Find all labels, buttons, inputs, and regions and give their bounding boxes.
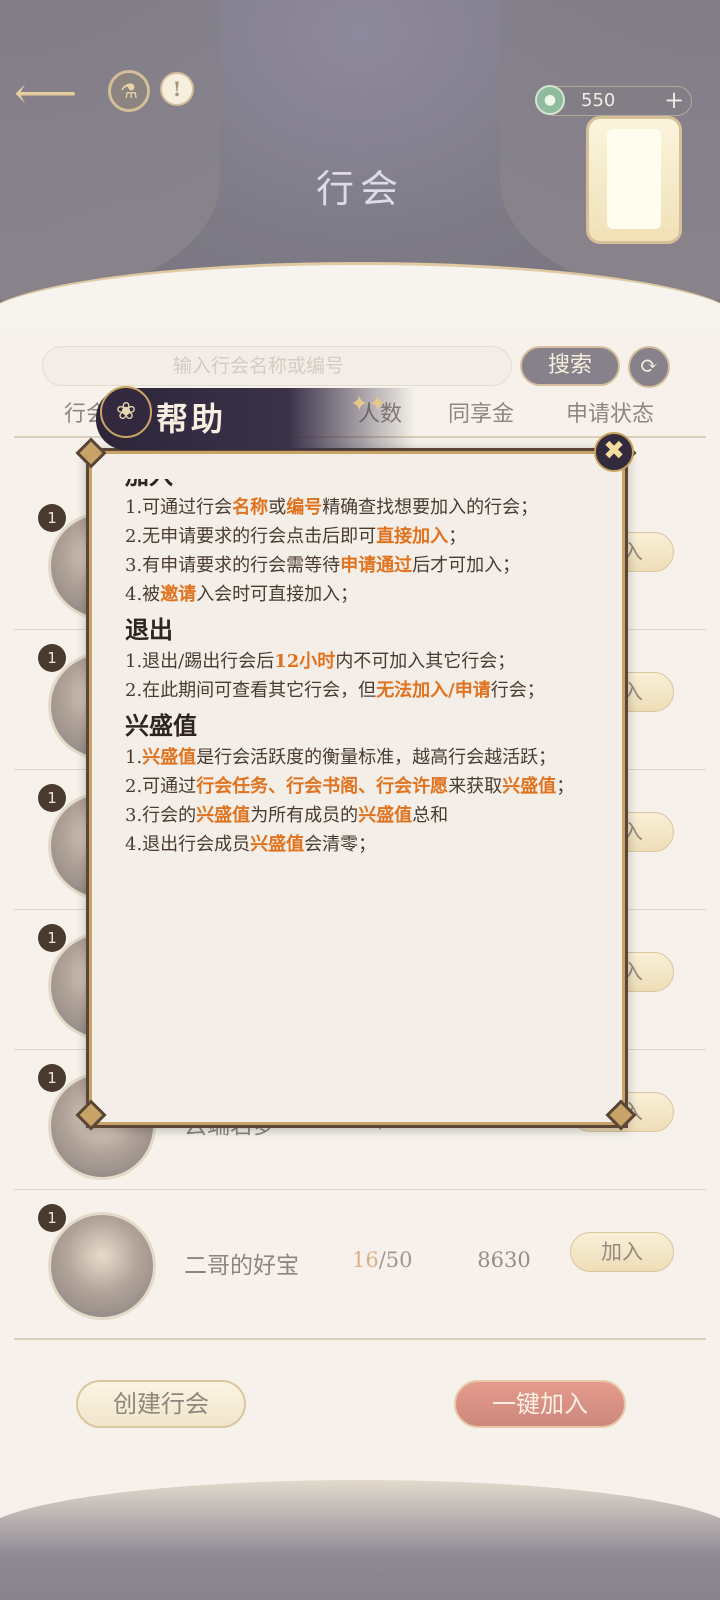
help-line: 4.退出行会成员兴盛值会清零；	[125, 830, 595, 859]
help-highlight: 名称	[232, 497, 269, 518]
help-highlight: 兴盛值	[358, 805, 413, 826]
help-text: 1.	[125, 747, 143, 768]
help-highlight: 行会任务、行会书阁、行会许愿	[196, 776, 449, 797]
rank-badge: 1	[38, 1064, 66, 1092]
close-icon[interactable]: ✖	[594, 432, 634, 472]
rank-badge: 1	[38, 924, 66, 952]
help-text: 行会；	[490, 680, 545, 701]
help-line: 2.在此期间可查看其它行会，但无法加入/申请行会；	[125, 676, 595, 705]
help-line: 3.行会的兴盛值为所有成员的兴盛值总和	[125, 801, 595, 830]
help-line: 1.可通过行会名称或编号精确查找想要加入的行会；	[125, 493, 595, 522]
dialog-title: 帮助	[156, 400, 227, 438]
help-highlight: 编号	[286, 497, 323, 518]
help-text: 2.在此期间可查看其它行会，但	[125, 680, 377, 701]
rank-badge: 1	[38, 504, 66, 532]
help-dialog: 加入1.可通过行会名称或编号精确查找想要加入的行会；2.无申请要求的行会点击后即…	[86, 448, 628, 1128]
help-text: 内不可加入其它行会；	[335, 651, 516, 672]
help-line: 3.有申请要求的行会需等待申请通过后才可加入；	[125, 551, 595, 580]
help-section-heading: 兴盛值	[125, 711, 197, 740]
help-highlight: 兴盛值	[196, 805, 251, 826]
help-section-heading: 加入	[125, 479, 595, 493]
help-text: 1.退出/踢出行会后	[125, 651, 275, 672]
help-highlight: 直接加入	[376, 526, 449, 547]
help-highlight: 无法加入/申请	[376, 680, 491, 701]
help-text: 或	[268, 497, 287, 518]
help-text: 2.可通过	[125, 776, 197, 797]
rank-badge: 1	[38, 644, 66, 672]
help-text: 入会时可直接加入；	[196, 584, 359, 605]
help-highlight: 兴盛值	[250, 834, 305, 855]
help-text: 总和	[412, 805, 449, 826]
help-text: 来获取	[448, 776, 503, 797]
help-text: 4.退出行会成员	[125, 834, 251, 855]
help-line: 1.兴盛值是行会活跃度的衡量标准，越高行会越活跃；	[125, 743, 595, 772]
rank-badge: 1	[38, 784, 66, 812]
help-highlight: 兴盛值	[502, 776, 557, 797]
help-emblem-icon: ❀	[100, 386, 152, 438]
help-text: 精确查找想要加入的行会；	[322, 497, 539, 518]
sparkle-icon: ✦✦	[350, 392, 387, 417]
help-text: 4.被	[125, 584, 161, 605]
help-text: 3.行会的	[125, 805, 197, 826]
help-text: 会清零；	[304, 834, 377, 855]
help-highlight: 邀请	[160, 584, 197, 605]
help-line: 4.被邀请入会时可直接加入；	[125, 580, 595, 609]
help-text: 2.无申请要求的行会点击后即可	[125, 526, 377, 547]
help-text: 后才可加入；	[412, 555, 521, 576]
help-highlight: 12小时	[274, 651, 336, 672]
help-line: 2.可通过行会任务、行会书阁、行会许愿来获取兴盛值；	[125, 772, 595, 801]
help-highlight: 兴盛值	[142, 747, 197, 768]
help-text: ；	[556, 776, 575, 797]
help-highlight: 申请通过	[340, 555, 413, 576]
help-text: 是行会活跃度的衡量标准，越高行会越活跃；	[196, 747, 557, 768]
rank-badge: 1	[38, 1204, 66, 1232]
help-text: 3.有申请要求的行会需等待	[125, 555, 341, 576]
help-text: 1.可通过行会	[125, 497, 233, 518]
help-section-heading: 退出	[125, 615, 173, 644]
help-line: 2.无申请要求的行会点击后即可直接加入；	[125, 522, 595, 551]
help-line: 1.退出/踢出行会后12小时内不可加入其它行会；	[125, 647, 595, 676]
help-content: 加入1.可通过行会名称或编号精确查找想要加入的行会；2.无申请要求的行会点击后即…	[125, 479, 595, 1109]
help-text: ；	[448, 526, 467, 547]
help-text: 为所有成员的	[250, 805, 359, 826]
